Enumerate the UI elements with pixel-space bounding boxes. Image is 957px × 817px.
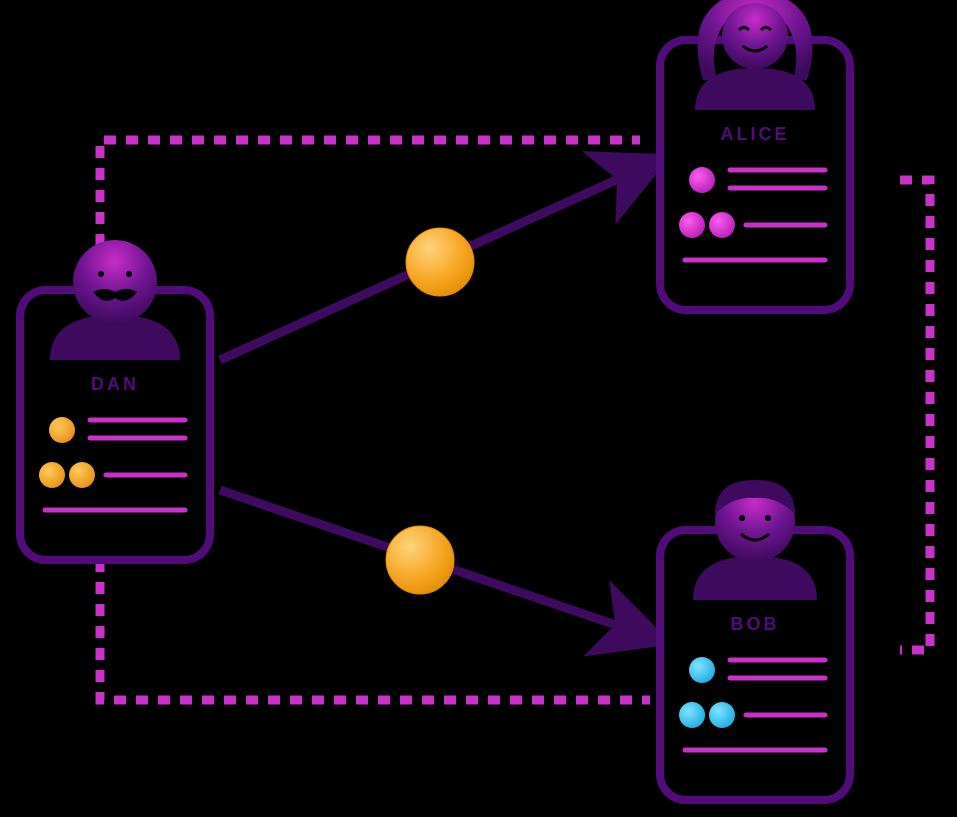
token-dan-bob (386, 526, 454, 594)
card-dan: DAN (20, 240, 210, 560)
label-dan: DAN (91, 374, 139, 394)
token-dan-alice (406, 228, 474, 296)
card-bob: BOB (660, 480, 850, 800)
avatar-alice (695, 0, 815, 110)
dotted-path-dan-bob (100, 560, 650, 700)
dotted-path-alice-bob (900, 180, 930, 650)
diagram-canvas: DAN ALICE (0, 0, 957, 817)
card-alice: ALICE (660, 0, 850, 310)
diagram-svg: DAN ALICE (0, 0, 957, 817)
label-alice: ALICE (721, 124, 790, 144)
dotted-path-dan-alice (100, 140, 640, 290)
label-bob: BOB (731, 614, 780, 634)
